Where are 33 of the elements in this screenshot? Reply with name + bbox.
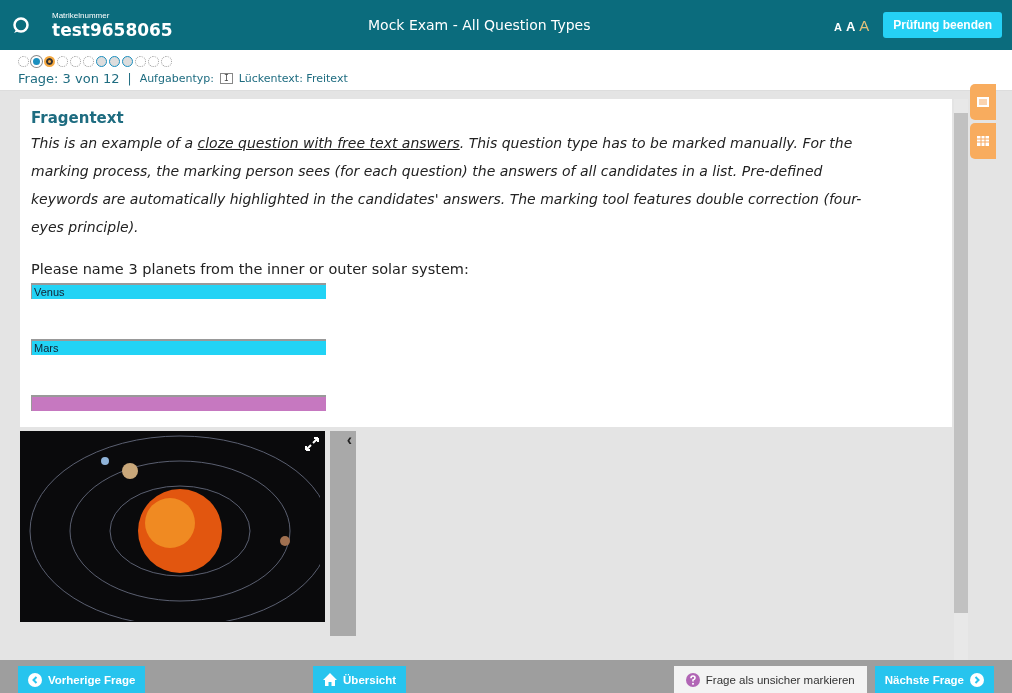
question-heading: Fragentext — [31, 109, 125, 127]
side-tab[interactable] — [970, 84, 996, 120]
font-size-button[interactable]: A — [845, 18, 856, 34]
expand-icon — [305, 437, 319, 451]
question-type-icon: I — [219, 73, 233, 84]
font-size-button[interactable]: A — [859, 16, 870, 34]
type-label: Aufgabentyp: — [139, 72, 214, 85]
question-text: This is an example of a cloze question with free text answers. This question type has to be marked manually. For the marking process, the marking person sees (for each question) the answers of all candidates in a list. Pre-defined keywords are automatically highlighted in the candidates' answers. The marking tool features double correction (four-eyes principle). — [31, 134, 863, 237]
font-size-button[interactable]: A — [833, 20, 842, 33]
arrow-left-icon — [28, 672, 42, 687]
exam-title: Mock Exam - All Question Types — [367, 17, 592, 33]
id-value: test9658065 — [52, 19, 174, 40]
answer-field[interactable] — [31, 395, 326, 411]
separator: | — [127, 71, 132, 86]
grid-icon — [977, 136, 989, 146]
list-icon — [977, 97, 989, 107]
flag-uncertain-button[interactable]: Frage als unsicher markieren — [673, 666, 867, 693]
question-prompt: Please name 3 planets from the inner or outer solar system: — [31, 261, 470, 277]
home-icon — [323, 673, 338, 686]
question-icon — [685, 672, 700, 687]
collapse-handle[interactable]: ‹ — [330, 431, 356, 636]
side-tab[interactable] — [970, 123, 996, 159]
question-dot[interactable] — [122, 55, 133, 67]
answer-field[interactable]: Mars — [31, 339, 326, 355]
question-dot[interactable] — [96, 55, 107, 67]
question-counter: Frage: 3 von 12 — [18, 71, 120, 86]
question-dot[interactable] — [109, 55, 120, 67]
logo-icon — [12, 16, 30, 34]
answer-field[interactable]: Venus — [31, 283, 326, 299]
type-value: Lückentext: Freitext — [238, 72, 348, 85]
id-label: Matrikelnummer — [52, 10, 111, 20]
arrow-right-icon — [970, 672, 984, 687]
question-dot[interactable] — [44, 55, 55, 67]
